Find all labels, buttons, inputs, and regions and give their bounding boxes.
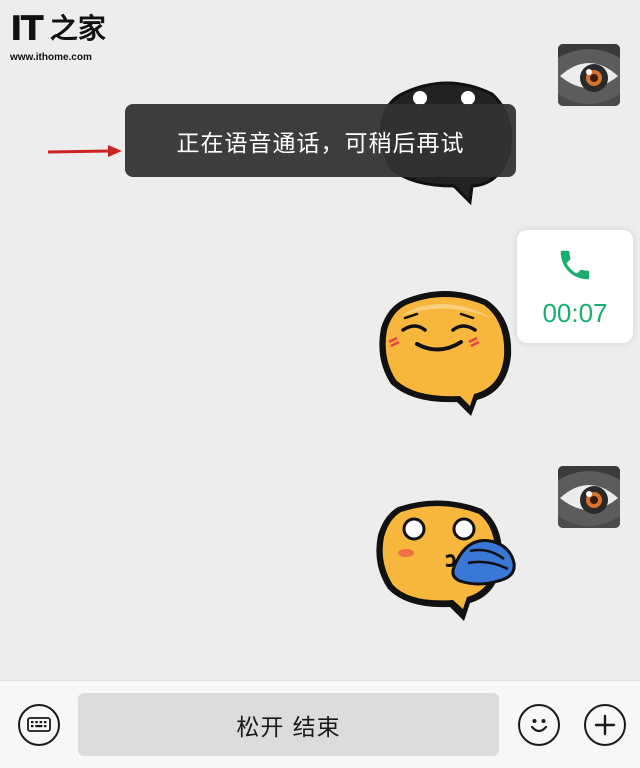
toast-message: 正在语音通话，可稍后再试: [125, 104, 516, 177]
emoji-icon: [530, 719, 548, 733]
ithome-logo: IT 之家: [10, 12, 130, 46]
watermark-url: www.ithome.com: [10, 52, 92, 63]
wave-hand-sticker[interactable]: [370, 497, 520, 631]
hold-to-talk-button[interactable]: 松开 结束: [78, 693, 499, 756]
voice-call-bubble[interactable]: 00:07: [517, 230, 633, 343]
self-avatar[interactable]: [558, 466, 620, 528]
red-arrow-icon: [47, 145, 122, 157]
input-bar: 松开 结束: [0, 680, 640, 768]
ithome-watermark: IT 之家 www.ithome.com: [10, 12, 130, 67]
toast-text: 正在语音通话，可稍后再试: [176, 130, 465, 157]
logo-cn-text: 之家: [49, 12, 106, 45]
eye-avatar-icon: [558, 44, 620, 106]
keyboard-icon: [27, 717, 51, 732]
call-duration: 00:07: [542, 298, 608, 328]
logo-it-text: IT: [10, 9, 44, 49]
keyboard-toggle-button[interactable]: [18, 704, 60, 746]
self-avatar[interactable]: [558, 44, 620, 106]
eye-avatar-icon: [558, 466, 620, 528]
shy-smile-sticker[interactable]: [373, 286, 518, 425]
phone-icon: [560, 250, 590, 280]
plus-icon: [594, 714, 616, 736]
more-options-button[interactable]: [584, 704, 626, 746]
emoji-button[interactable]: [518, 704, 560, 746]
hold-to-talk-label: 松开 结束: [236, 714, 341, 741]
